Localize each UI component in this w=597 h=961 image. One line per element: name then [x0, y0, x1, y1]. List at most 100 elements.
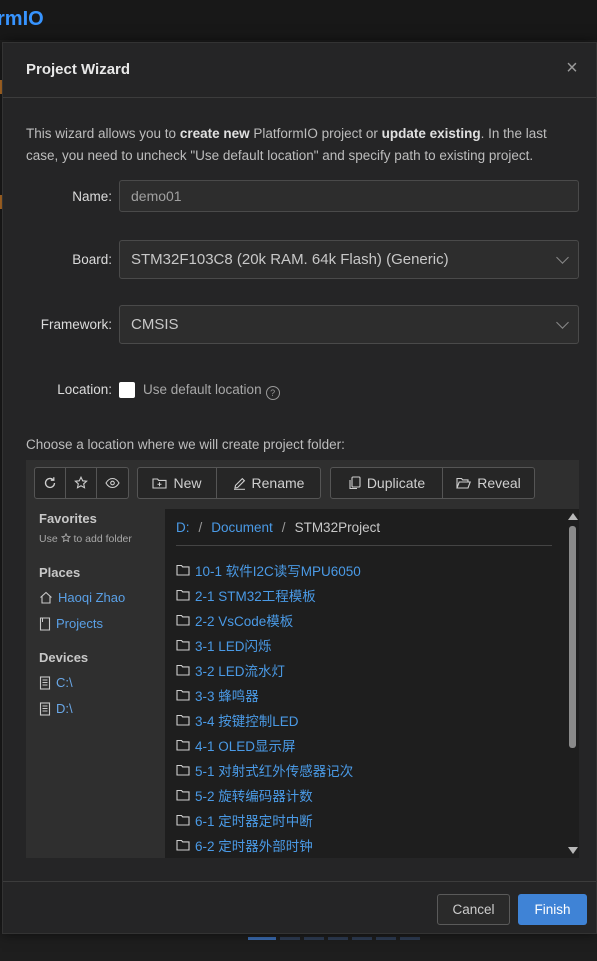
folder-icon [176, 714, 190, 726]
browser-sidebar: Favorites Use to add folder Places Haoqi… [26, 506, 164, 858]
list-item[interactable]: 5-2 旋转编码器计数 [176, 782, 361, 807]
folder-icon [176, 689, 190, 701]
list-item[interactable]: 4-1 OLED显示屏 [176, 732, 361, 757]
use-default-location-label: Use default location [143, 382, 262, 397]
sidebar-item-label: Projects [56, 616, 103, 631]
refresh-button[interactable] [35, 468, 66, 498]
intro-text: This wizard allows you to create new Pla… [26, 126, 547, 163]
cancel-button[interactable]: Cancel [437, 894, 510, 925]
folder-name: 5-1 对射式红外传感器记次 [195, 763, 354, 779]
sidebar-item-label: D:\ [56, 701, 73, 716]
list-item[interactable]: 5-1 对射式红外传感器记次 [176, 757, 361, 782]
folder-list: 10-1 软件I2C读写MPU6050 2-1 STM32工程模板 2-2 Vs… [176, 557, 361, 857]
devices-heading: Devices [39, 650, 89, 665]
sidebar-item-drive-c[interactable]: C:\ [39, 675, 73, 690]
refresh-icon [44, 477, 56, 489]
rename-button[interactable]: Rename [217, 468, 320, 498]
list-item[interactable]: 2-2 VsCode模板 [176, 607, 361, 632]
places-heading: Places [39, 565, 81, 580]
browser-toolbar: New Rename Duplicate Reveal [26, 460, 579, 506]
list-item[interactable]: 10-1 软件I2C读写MPU6050 [176, 557, 361, 582]
list-item[interactable]: 6-2 定时器外部时钟 [176, 832, 361, 857]
finish-button[interactable]: Finish [518, 894, 587, 925]
breadcrumb-item-current: STM32Project [294, 520, 381, 535]
scroll-down-arrow-icon[interactable] [568, 847, 578, 854]
location-prompt: Choose a location where we will create p… [26, 437, 345, 452]
home-icon [40, 591, 52, 604]
chevron-down-icon [556, 251, 569, 264]
eye-icon [105, 477, 120, 489]
folder-name: 5-2 旋转编码器计数 [195, 788, 313, 804]
name-label: Name: [72, 189, 112, 204]
framework-select-value: CMSIS [131, 316, 179, 333]
folder-name: 4-1 OLED显示屏 [195, 738, 296, 754]
dialog-header: Project Wizard × [3, 43, 596, 98]
file-button-group: Duplicate Reveal [330, 467, 535, 499]
rename-button-label: Rename [251, 475, 305, 491]
folder-name: 6-2 定时器外部时钟 [195, 838, 313, 854]
show-hidden-button[interactable] [97, 468, 128, 498]
edit-button-group: New Rename [137, 467, 321, 499]
duplicate-button-label: Duplicate [366, 475, 426, 491]
list-item[interactable]: 2-1 STM32工程模板 [176, 582, 361, 607]
dialog-title: Project Wizard [26, 61, 131, 78]
favorites-note: Use to add folder [39, 532, 132, 545]
list-item[interactable]: 3-3 蜂鸣器 [176, 682, 361, 707]
sidebar-item-projects[interactable]: Projects [39, 616, 103, 631]
folder-list-panel: D: / Document / STM32Project 10-1 软件I2C读… [165, 509, 579, 858]
new-button-label: New [173, 475, 202, 491]
breadcrumb: D: / Document / STM32Project [176, 520, 380, 535]
help-icon[interactable]: ? [265, 386, 280, 400]
folder-name: 6-1 定时器定时中断 [195, 813, 313, 829]
use-default-location-checkbox[interactable] [119, 382, 135, 398]
background-app-title: rmIO [0, 8, 44, 30]
framework-label: Framework: [40, 317, 112, 332]
list-item[interactable]: 3-2 LED流水灯 [176, 657, 361, 682]
star-icon [60, 532, 71, 543]
breadcrumb-item-document[interactable]: Document [211, 520, 273, 535]
new-folder-button[interactable]: New [138, 468, 217, 498]
sidebar-item-label: Haoqi Zhao [58, 590, 126, 605]
folder-plus-icon [152, 478, 168, 489]
folder-list-scrollbar[interactable] [565, 509, 579, 858]
background-header [0, 0, 597, 40]
sidebar-item-drive-d[interactable]: D:\ [39, 701, 73, 716]
reveal-button[interactable]: Reveal [443, 468, 534, 498]
folder-name: 3-4 按键控制LED [195, 713, 299, 729]
folder-icon [176, 764, 190, 776]
copy-icon [349, 476, 361, 490]
project-wizard-dialog: Project Wizard × This wizard allows you … [2, 42, 597, 934]
folder-icon [176, 589, 190, 601]
folder-name: 10-1 软件I2C读写MPU6050 [195, 563, 361, 579]
folder-name: 3-3 蜂鸣器 [195, 688, 259, 704]
scroll-up-arrow-icon[interactable] [568, 513, 578, 520]
sidebar-item-home[interactable]: Haoqi Zhao [39, 590, 125, 605]
location-label: Location: [57, 382, 112, 397]
breadcrumb-divider [176, 545, 552, 546]
folder-icon [176, 789, 190, 801]
folder-icon [176, 614, 190, 626]
list-item[interactable]: 3-4 按键控制LED [176, 707, 361, 732]
board-select[interactable]: STM32F103C8 (20k RAM. 64k Flash) (Generi… [119, 240, 579, 279]
board-label: Board: [72, 252, 112, 267]
folder-name: 3-2 LED流水灯 [195, 663, 286, 679]
chevron-down-icon [556, 316, 569, 329]
folder-icon [176, 839, 190, 851]
favorite-button[interactable] [66, 468, 97, 498]
folder-icon [176, 664, 190, 676]
close-icon[interactable]: × [562, 58, 582, 78]
list-item[interactable]: 6-1 定时器定时中断 [176, 807, 361, 832]
duplicate-button[interactable]: Duplicate [331, 468, 443, 498]
breadcrumb-item-d[interactable]: D: [176, 520, 190, 535]
star-icon [74, 476, 88, 489]
sidebar-item-label: C:\ [56, 675, 73, 690]
scrollbar-thumb[interactable] [569, 526, 576, 748]
dialog-footer: Cancel Finish [3, 881, 596, 933]
folder-name: 2-1 STM32工程模板 [195, 588, 316, 604]
name-input[interactable]: demo01 [119, 180, 579, 212]
framework-select[interactable]: CMSIS [119, 305, 579, 344]
folder-icon [176, 739, 190, 751]
list-item[interactable]: 3-1 LED闪烁 [176, 632, 361, 657]
breadcrumb-separator: / [281, 520, 286, 535]
folder-browser: New Rename Duplicate Reveal Favorites Us… [26, 460, 579, 858]
